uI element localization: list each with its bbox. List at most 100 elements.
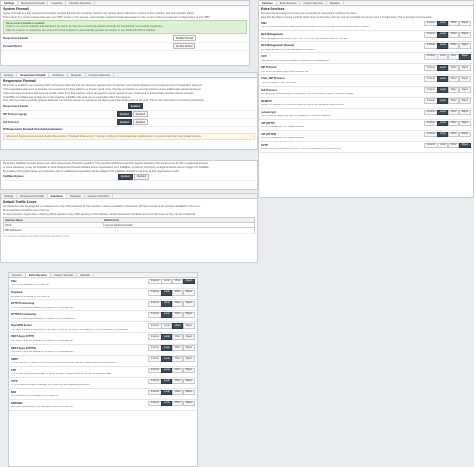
zone-option-other[interactable]: Other [171,356,184,363]
zone-option-other[interactable]: Other [171,312,184,318]
zone-option-reject[interactable]: Reject [458,31,471,38]
zone-option-other[interactable]: Other [447,31,460,38]
zone-option-local[interactable]: Local [437,65,449,71]
zone-option-local[interactable]: Local [437,31,449,38]
zone-option-internet[interactable]: Internet [148,278,162,285]
tab-networks[interactable]: Networks [48,1,67,5]
zone-option-other[interactable]: Other [447,98,460,105]
zone-option-reject[interactable]: Reject [182,278,195,285]
tab-extra-services[interactable]: Extra Services [277,1,301,5]
enabled-button[interactable]: Enabled [117,111,132,118]
zone-option-local[interactable]: Local [437,142,449,149]
zone-option-internet[interactable]: Internet [148,323,162,329]
zone-option-other[interactable]: Other [447,20,460,27]
zone-option-other[interactable]: Other [447,120,460,127]
zone-option-reject[interactable]: Reject [182,400,195,407]
zone-option-internet[interactable]: Internet [148,400,162,407]
disabled-button[interactable]: Disabled [132,111,149,118]
zone-option-internet[interactable]: Internet [424,142,438,149]
zone-option-internet[interactable]: Internet [424,120,438,127]
zone-option-reject[interactable]: Reject [182,356,195,363]
zone-option-reject[interactable]: Reject [182,378,195,385]
zone-option-reject[interactable]: Reject [458,109,471,116]
zone-option-internet[interactable]: Internet [148,378,162,385]
zone-option-other[interactable]: Other [171,289,184,296]
rerun-wizard-button[interactable]: Re-Run Wizard [173,43,196,50]
tab-extra-services[interactable]: Extra Services [25,273,51,277]
tab-blacklist[interactable]: Blacklist [327,1,344,5]
zone-option-local[interactable]: Local [437,120,449,127]
tab-networks[interactable]: Networks [68,73,86,77]
zone-option-internet[interactable]: Internet [148,334,162,340]
tab-blacklist[interactable]: Blacklist [77,273,94,277]
tab-settings[interactable]: Settings [1,194,18,198]
zone-option-reject[interactable]: Reject [182,289,195,296]
zone-option-local[interactable]: Local [161,312,173,318]
zone-option-local[interactable]: Local [437,131,449,138]
zone-option-reject[interactable]: Reject [182,367,195,374]
zone-option-internet[interactable]: Internet [424,109,438,116]
zone-option-reject[interactable]: Reject [458,65,471,71]
zone-option-internet[interactable]: Internet [424,65,438,71]
zone-option-other[interactable]: Other [447,131,460,138]
zone-option-other[interactable]: Other [447,54,460,60]
zone-option-internet[interactable]: Internet [424,87,438,93]
disabled-button[interactable]: Disabled [133,173,150,180]
zone-option-reject[interactable]: Reject [182,300,195,307]
tab-settings[interactable]: Settings [1,73,18,77]
tab-custom-services[interactable]: Custom Services [300,1,328,5]
disable-firewall-button[interactable]: Disable Firewall [173,35,196,42]
zone-option-local[interactable]: Local [437,42,449,49]
zone-option-local[interactable]: Local [161,278,173,285]
tab-intrusion-detection[interactable]: Intrusion Detection [66,1,95,5]
zone-option-other[interactable]: Other [447,142,460,149]
zone-option-local[interactable]: Local [161,289,173,296]
zone-option-other[interactable]: Other [447,42,460,49]
zone-option-local[interactable]: Local [161,323,173,329]
zone-option-reject[interactable]: Reject [182,334,195,340]
zone-option-reject[interactable]: Reject [182,323,195,329]
zone-option-internet[interactable]: Internet [424,31,438,38]
enabled-button[interactable]: Enabled [128,103,143,110]
zone-option-local[interactable]: Local [437,54,449,60]
zone-option-internet[interactable]: Internet [148,389,162,396]
zone-option-reject[interactable]: Reject [458,42,471,49]
zone-option-other[interactable]: Other [171,378,184,385]
tab-responsive-firewall[interactable]: Responsive Firewall [18,1,49,5]
zone-option-other[interactable]: Other [171,345,184,351]
tab-services[interactable]: Services [259,1,277,5]
enabled-button[interactable]: Enabled [117,119,132,126]
tab-custom-services[interactable]: Custom Services [51,273,78,277]
zone-option-other[interactable]: Other [171,300,184,307]
zone-option-other[interactable]: Other [171,367,184,374]
tab-responsive-firewall[interactable]: Responsive Firewall [17,194,48,198]
zone-option-other[interactable]: Other [447,65,460,71]
zone-option-local[interactable]: Local [161,300,173,307]
zone-option-local[interactable]: Local [161,367,173,374]
tab-intrusion-detection[interactable]: Intrusion Detection [85,194,114,198]
zone-option-reject[interactable]: Reject [182,345,195,351]
zone-option-internet[interactable]: Internet [148,345,162,351]
zone-option-internet[interactable]: Internet [424,20,438,27]
zone-option-internet[interactable]: Internet [424,76,438,82]
zone-option-internet[interactable]: Internet [148,367,162,374]
tab-settings[interactable]: Settings [1,1,19,5]
zone-option-internet[interactable]: Internet [424,42,438,49]
zone-option-local[interactable]: Local [161,389,173,396]
tab-responsive-firewall[interactable]: Responsive Firewall [17,73,50,77]
zone-option-reject[interactable]: Reject [458,131,471,138]
zone-option-local[interactable]: Local [437,87,449,93]
zone-option-internet[interactable]: Internet [148,356,162,363]
zone-option-reject[interactable]: Reject [458,120,471,127]
zone-option-local[interactable]: Local [437,109,449,116]
zone-option-internet[interactable]: Internet [424,98,438,105]
zone-option-other[interactable]: Other [171,334,184,340]
tab-networks[interactable]: Networks [67,194,85,198]
zone-option-internet[interactable]: Internet [424,131,438,138]
enabled-button[interactable]: Enabled [118,173,133,180]
zone-option-local[interactable]: Local [437,98,449,105]
tab-interfaces[interactable]: Interfaces [49,73,68,77]
tab-services[interactable]: Services [9,273,26,277]
zone-option-reject[interactable]: Reject [182,312,195,318]
zone-option-reject[interactable]: Reject [458,98,471,105]
